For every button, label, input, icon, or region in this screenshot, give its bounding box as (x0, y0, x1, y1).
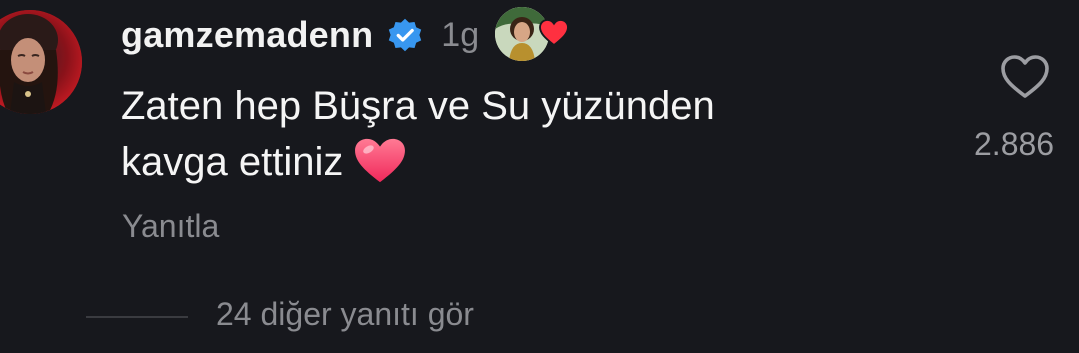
like-count: 2.886 (974, 126, 1055, 162)
creator-liked-indicator (495, 7, 575, 63)
comment-text-line1: Zaten hep Büşra ve Su yüzünden (121, 84, 715, 128)
avatar[interactable] (0, 10, 82, 114)
heart-icon (539, 19, 570, 47)
comment-text-line2: kavga ettiniz (121, 140, 344, 184)
replies-divider (86, 316, 188, 318)
verified-badge-icon (387, 17, 423, 53)
comment-header: gamzemadenn 1g (121, 7, 575, 63)
username[interactable]: gamzemadenn (121, 14, 373, 56)
comment-body: Zaten hep Büşra ve Su yüzünden kavga ett… (121, 78, 901, 190)
view-more-replies-button[interactable]: 24 diğer yanıtı gör (216, 296, 474, 333)
comment: gamzemadenn 1g Zaten hep Büşra ve Su yüz… (0, 0, 1079, 353)
timestamp: 1g (441, 15, 480, 54)
red-heart-emoji-icon (353, 137, 407, 185)
reply-button[interactable]: Yanıtla (122, 208, 219, 245)
heart-outline-icon[interactable] (1000, 54, 1050, 100)
